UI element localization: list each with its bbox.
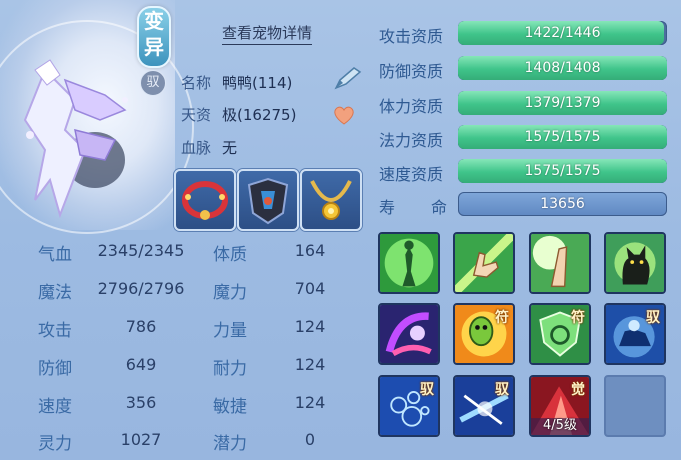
aptitude-label-magic: 法力资质 [379, 131, 444, 150]
aptitude-value-stamina: 1379/1379 [524, 95, 601, 111]
stat-label: 敏捷 [213, 397, 247, 417]
hand-palm-skill-icon [455, 234, 513, 292]
bloodline-label: 血脉 [181, 139, 212, 157]
stat-value: 2796/2796 [97, 279, 185, 298]
skill-slot[interactable]: 觉 4/5级 [529, 375, 591, 437]
stat-label: 气血 [38, 245, 72, 265]
stat-label: 速度 [38, 397, 72, 417]
skill-tag: 符 [571, 310, 585, 326]
stat-value: 356 [125, 393, 157, 412]
stat-label: 魔法 [38, 283, 72, 303]
skill-tag: 驭 [420, 382, 434, 398]
dark-armor-icon [247, 177, 289, 225]
skill-tag: 驭 [646, 310, 660, 326]
aptitude-value-magic: 1575/1575 [524, 129, 601, 145]
figure-glow-skill-icon [380, 234, 438, 292]
stat-value: 786 [125, 317, 157, 336]
stat-label: 体质 [213, 245, 247, 265]
aptitude-bar-attack: 1422/1446 [458, 21, 667, 45]
life-value: 13656 [540, 196, 585, 212]
variant-badge: 变异 [137, 6, 171, 68]
stat-label: 潜力 [213, 434, 247, 454]
bloodline-value: 无 [222, 139, 238, 157]
edit-name-icon[interactable] [332, 66, 362, 92]
praying-hands-skill-icon [531, 234, 589, 292]
skill-slot[interactable] [604, 232, 666, 294]
name-value: 鸭鸭(114) [222, 74, 293, 92]
stat-value: 1027 [120, 430, 162, 449]
skill-tag: 觉 [571, 382, 585, 398]
skill-slot[interactable] [529, 232, 591, 294]
skill-tag: 驭 [495, 382, 509, 398]
aptitude-value-speed: 1575/1575 [524, 163, 601, 179]
aptitude-bar-defense: 1408/1408 [458, 56, 667, 80]
aptitude-bar-speed: 1575/1575 [458, 159, 667, 183]
skill-slot[interactable]: 驭 [604, 303, 666, 365]
stat-value: 124 [294, 355, 326, 374]
aptitude-label-stamina: 体力资质 [379, 97, 444, 116]
stat-label: 耐力 [213, 359, 247, 379]
stat-label: 灵力 [38, 434, 72, 454]
gold-necklace-icon [310, 180, 352, 220]
equip-slot-necklace[interactable] [300, 169, 362, 231]
skill-slot[interactable] [378, 303, 440, 365]
talent-label: 天资 [181, 106, 212, 124]
aptitude-value-defense: 1408/1408 [524, 60, 601, 76]
red-collar-icon [182, 181, 228, 220]
stat-value: 0 [304, 430, 316, 449]
stat-label: 力量 [213, 321, 247, 341]
skill-slot[interactable]: 驭 [453, 375, 515, 437]
skill-tag: 符 [495, 310, 509, 326]
stat-value: 164 [294, 241, 326, 260]
stat-value: 2345/2345 [97, 241, 185, 260]
skill-level: 4/5级 [543, 418, 577, 433]
skill-slot[interactable]: 驭 [378, 375, 440, 437]
empty-skill-slot[interactable] [604, 375, 666, 437]
life-label-2: 命 [431, 198, 448, 217]
ride-badge[interactable]: 驭 [140, 70, 166, 96]
black-cat-skill-icon [606, 234, 664, 292]
aptitude-bar-stamina: 1379/1379 [458, 91, 667, 115]
aptitude-value-attack: 1422/1446 [524, 25, 601, 41]
talent-value: 极(16275) [222, 106, 297, 124]
life-bar: 13656 [458, 192, 667, 216]
stat-value: 124 [294, 393, 326, 412]
stat-label: 防御 [38, 359, 72, 379]
stat-value: 124 [294, 317, 326, 336]
heart-icon[interactable] [332, 104, 356, 126]
equip-slot-armor[interactable] [237, 169, 299, 231]
life-label-1: 寿 [379, 198, 396, 217]
stat-value: 649 [125, 355, 157, 374]
skill-slot[interactable]: 符 [529, 303, 591, 365]
stat-value: 704 [294, 279, 326, 298]
aptitude-label-attack: 攻击资质 [379, 27, 444, 46]
aptitude-bar-magic: 1575/1575 [458, 125, 667, 149]
stat-label: 魔力 [213, 283, 247, 303]
skill-slot[interactable]: 符 [453, 303, 515, 365]
equip-slot-collar[interactable] [174, 169, 236, 231]
skill-slot[interactable] [378, 232, 440, 294]
stat-label: 攻击 [38, 321, 72, 341]
purple-vortex-skill-icon [380, 305, 438, 363]
view-pet-details-link[interactable]: 查看宠物详情 [222, 22, 313, 45]
name-label: 名称 [181, 74, 212, 92]
pet-model-image [23, 59, 128, 219]
aptitude-label-defense: 防御资质 [379, 62, 444, 81]
skill-slot[interactable] [453, 232, 515, 294]
aptitude-label-speed: 速度资质 [379, 165, 444, 184]
